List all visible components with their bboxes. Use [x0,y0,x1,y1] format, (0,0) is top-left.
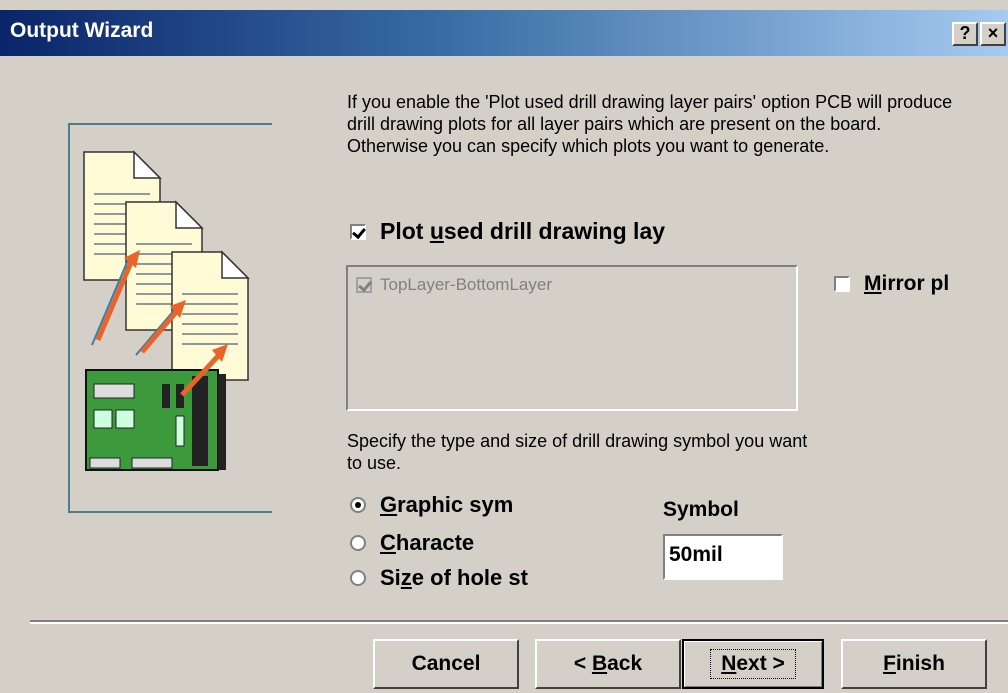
plot-used-label: Plot used drill drawing lay [380,218,666,244]
mirror-checkbox-box[interactable] [834,276,850,292]
layer-pair-label: TopLayer-BottomLayer [380,275,552,294]
document-icon [171,250,250,381]
title-bar: Output Wizard ? × [0,10,1008,56]
layer-pair-checkbox[interactable] [356,277,372,293]
mirror-label: Mirror pl [864,272,950,295]
circuit-board-icon [85,369,226,471]
plot-used-checkbox-box[interactable] [350,223,366,240]
next-button[interactable]: Next > [682,639,824,689]
radio-button[interactable] [350,570,366,586]
symbol-size-label: Symbol [663,498,739,521]
button-separator [30,620,1008,624]
wizard-illustration [83,150,250,471]
list-item[interactable]: TopLayer-BottomLayer [356,275,552,295]
close-button[interactable]: × [980,22,1006,46]
help-button[interactable]: ? [952,22,978,46]
radio-size-of-hole[interactable]: Size of hole st [350,565,528,591]
mirror-checkbox[interactable]: Mirror pl [834,272,949,296]
radio-character-label: Characte [380,530,475,555]
finish-button[interactable]: Finish [841,639,987,689]
window-title: Output Wizard [10,19,154,42]
radio-graphic-label: Graphic sym [380,492,514,517]
info-text: If you enable the 'Plot used drill drawi… [347,92,953,156]
back-button[interactable]: < Back [535,639,681,689]
radio-button[interactable] [350,535,366,551]
symbol-size-input[interactable]: 50mil [663,534,783,580]
plot-used-checkbox[interactable]: Plot used drill drawing lay [350,218,665,245]
radio-size-label: Size of hole st [380,565,528,590]
radio-character[interactable]: Characte [350,530,474,556]
symbol-spec-text: Specify the type and size of drill drawi… [347,431,808,473]
layer-pairs-list[interactable]: TopLayer-BottomLayer [346,265,798,411]
radio-graphic-symbol[interactable]: Graphic sym [350,492,513,518]
radio-button[interactable] [350,497,366,513]
cancel-button[interactable]: Cancel [373,639,519,689]
